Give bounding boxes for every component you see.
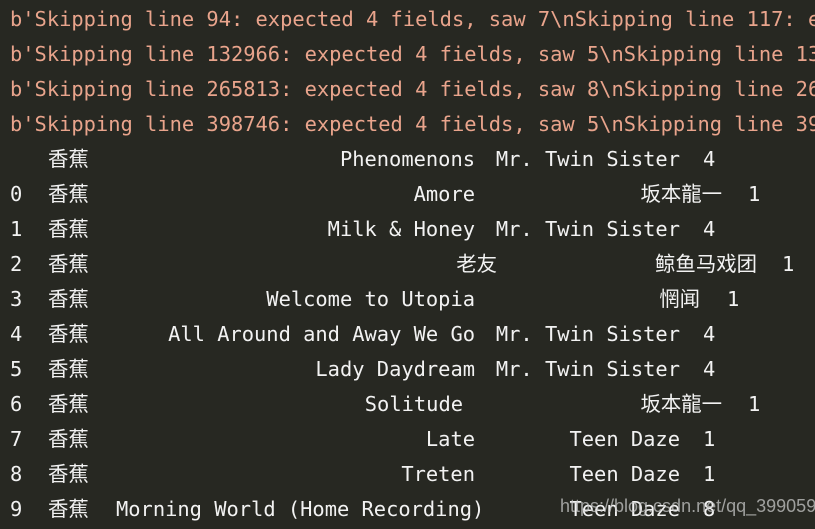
title-cell: Amore: [413, 182, 475, 206]
watermark: https://blog.csdn.net/qq_39905917: [560, 496, 815, 516]
fruit-cell: 香蕉: [48, 392, 89, 416]
fruit-cell: 香蕉: [48, 462, 89, 486]
table-row: 0 香蕉 Amore 坂本龍一 1: [0, 177, 815, 212]
count-cell: 4: [703, 322, 716, 346]
table-row: 4 香蕉 All Around and Away We Go Mr. Twin …: [0, 317, 815, 352]
warning-line: b'Skipping line 398746: expected 4 field…: [10, 112, 815, 136]
fruit-cell: 香蕉: [48, 252, 89, 276]
table-row: 6 香蕉 Solitude 坂本龍一 1: [0, 387, 815, 422]
count-cell: 1: [782, 252, 795, 276]
count-cell: 4: [703, 357, 716, 381]
fruit-cell: 香蕉: [48, 322, 89, 346]
title-cell: Milk & Honey: [327, 217, 475, 241]
fruit-cell: 香蕉: [48, 357, 89, 381]
table-header-row: 香蕉 Phenomenons Mr. Twin Sister 4: [0, 142, 815, 177]
warning-line: b'Skipping line 132966: expected 4 field…: [10, 42, 815, 66]
index-cell: 5: [10, 357, 23, 381]
title-cell: Morning World (Home Recording): [116, 497, 485, 521]
index-cell: 2: [10, 252, 23, 276]
artist-cell: 惘闻: [659, 287, 700, 311]
count-cell: 4: [703, 147, 716, 171]
table-row: 8 香蕉 Treten Teen Daze 1: [0, 457, 815, 492]
title-cell: Welcome to Utopia: [266, 287, 475, 311]
fruit-cell: 香蕉: [48, 427, 89, 451]
count-cell: 4: [703, 217, 716, 241]
index-cell: 8: [10, 462, 23, 486]
title-cell: Treten: [401, 462, 475, 486]
index-cell: 7: [10, 427, 23, 451]
title-cell: All Around and Away We Go: [168, 322, 475, 346]
artist-cell: Mr. Twin Sister: [495, 357, 680, 381]
artist-cell: Teen Daze: [569, 462, 681, 486]
title-cell: Solitude: [364, 392, 463, 416]
count-cell: 1: [748, 182, 761, 206]
table-row: 3 香蕉 Welcome to Utopia 惘闻 1: [0, 282, 815, 317]
artist-cell: 坂本龍一: [640, 182, 722, 206]
artist-cell: 坂本龍一: [640, 392, 722, 416]
index-cell: 9: [10, 497, 23, 521]
count-cell: 1: [727, 287, 740, 311]
artist-cell: Mr. Twin Sister: [495, 147, 680, 171]
index-cell: 1: [10, 217, 23, 241]
table-row: 2 香蕉 老友 鲸鱼马戏团 1: [0, 247, 815, 282]
warning-line: b'Skipping line 94: expected 4 fields, s…: [10, 7, 815, 31]
artist-cell: Teen Daze: [569, 427, 681, 451]
artist-cell: Mr. Twin Sister: [495, 217, 680, 241]
title-cell: Lady Daydream: [315, 357, 475, 381]
warning-line: b'Skipping line 265813: expected 4 field…: [10, 77, 815, 101]
index-cell: 6: [10, 392, 23, 416]
count-cell: 1: [703, 427, 716, 451]
title-cell: Phenomenons: [339, 147, 475, 171]
title-cell: Late: [425, 427, 475, 451]
table-row: 5 香蕉 Lady Daydream Mr. Twin Sister 4: [0, 352, 815, 387]
fruit-cell: 香蕉: [48, 217, 89, 241]
count-cell: 1: [703, 462, 716, 486]
table-row: 7 香蕉 Late Teen Daze 1: [0, 422, 815, 457]
index-cell: 4: [10, 322, 23, 346]
artist-cell: 鲸鱼马戏团: [655, 252, 757, 276]
fruit-cell: 香蕉: [48, 147, 89, 171]
index-cell: 0: [10, 182, 23, 206]
index-cell: 3: [10, 287, 23, 311]
artist-cell: Mr. Twin Sister: [495, 322, 680, 346]
count-cell: 1: [748, 392, 761, 416]
fruit-cell: 香蕉: [48, 182, 89, 206]
title-cell: 老友: [456, 252, 497, 276]
fruit-cell: 香蕉: [48, 497, 89, 521]
fruit-cell: 香蕉: [48, 287, 89, 311]
table-row: 1 香蕉 Milk & Honey Mr. Twin Sister 4: [0, 212, 815, 247]
